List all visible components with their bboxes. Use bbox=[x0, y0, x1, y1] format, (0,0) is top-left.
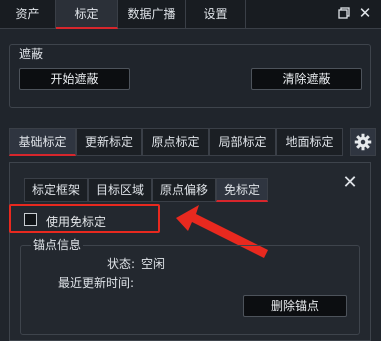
anchor-info-title: 锚点信息 bbox=[31, 236, 84, 253]
status-label: 状态: bbox=[107, 257, 136, 271]
status-value: 空闲 bbox=[141, 257, 166, 271]
last-update-label: 最近更新时间: bbox=[58, 276, 135, 290]
delete-anchor-button[interactable]: 删除锚点 bbox=[243, 295, 347, 317]
